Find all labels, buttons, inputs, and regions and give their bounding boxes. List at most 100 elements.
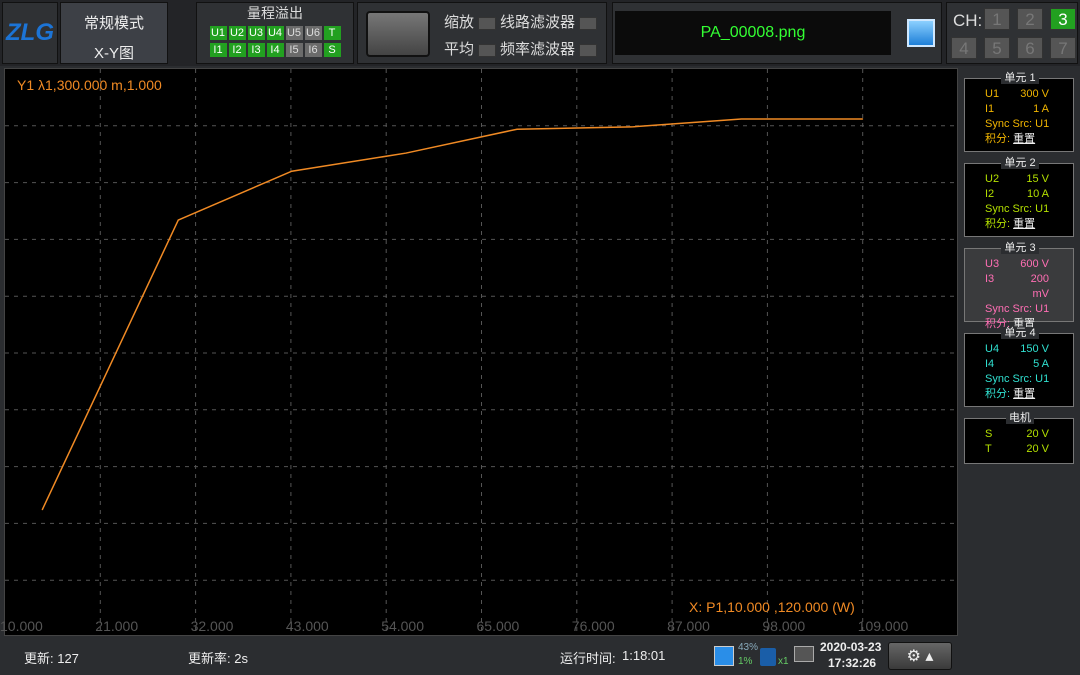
motor-title: 电机 — [1006, 412, 1034, 424]
settings-menu-button[interactable]: ⚙ ▴ — [888, 642, 952, 670]
integration-reset[interactable]: 重置 — [1013, 388, 1035, 400]
plot-canvas — [5, 69, 959, 637]
runtime-value: 1:18:01 — [622, 648, 666, 663]
storage-percent: 43% — [738, 642, 759, 653]
channel-button-6[interactable]: 6 — [1017, 37, 1043, 59]
average-label: 平均 — [444, 41, 475, 58]
overflow-badge-u5: U5 — [285, 26, 303, 40]
ch-label: CH: — [953, 11, 983, 30]
usb-count: x1 — [778, 656, 789, 667]
voltage-label: U2 — [985, 173, 1000, 185]
integration-label: 积分: — [985, 218, 1011, 230]
integration-reset[interactable]: 重置 — [1013, 218, 1035, 230]
torque-range: 20 V — [1026, 443, 1049, 455]
current-range: 200 mV — [1030, 273, 1049, 300]
channel-button-2[interactable]: 2 — [1017, 8, 1043, 30]
xy-series-line — [41, 118, 863, 511]
speed-label: S — [985, 428, 993, 440]
unit-title: 单元 3 — [1001, 242, 1039, 254]
integration-label: 积分: — [985, 133, 1011, 145]
current-range: 5 A — [1033, 358, 1049, 370]
data-point — [405, 152, 407, 154]
update-rate: 更新率: 2s — [188, 651, 248, 666]
range-overflow-panel: 量程溢出 U1 U2 U3 U4 U5 U6 T I1 I2 I3 I4 I5 I6 S — [196, 2, 354, 64]
overflow-badge-u6: U6 — [304, 26, 322, 40]
unit-panel-3[interactable]: 单元 3 U3 600 V I3 200 mV Sync Src: U1 积分: 重… — [964, 242, 1074, 330]
sync-source: Sync Src: U1 — [985, 373, 1050, 385]
motor-panel[interactable]: 电机 S 20 V T 20 V — [964, 412, 1074, 464]
line-filter-label: 线路滤波器 — [500, 14, 576, 31]
unit-title: 单元 2 — [1001, 157, 1039, 169]
data-point — [630, 126, 632, 128]
zlg-logo: ZLG — [2, 2, 58, 64]
usb-icon — [760, 648, 776, 666]
y-cursor-readout: Y1 λ1,300.000 m,1.000 — [17, 77, 162, 93]
view-label: X-Y图 — [93, 45, 134, 62]
x-tick-label: 10.000 — [0, 618, 43, 634]
overflow-title: 量程溢出 — [247, 5, 303, 21]
mode-label: 常规模式 — [83, 15, 144, 32]
torque-label: T — [985, 443, 992, 455]
overflow-badge-u4: U4 — [266, 26, 284, 40]
channel-button-1[interactable]: 1 — [984, 8, 1010, 30]
zoom-checkbox[interactable] — [478, 16, 497, 30]
current-label: I2 — [985, 188, 995, 200]
x-cursor-readout: X: P1,10.000 ,120.000 (W) — [689, 599, 855, 615]
channel-panel: CH: 123 4567 — [946, 2, 1078, 64]
overflow-badge-s: S — [323, 43, 341, 57]
x-tick-label: 32.000 — [190, 618, 234, 634]
filter-panel: 缩放 线路滤波器 平均 频率滤波器 — [357, 2, 607, 64]
zoom-label: 缩放 — [444, 14, 475, 31]
voltage-label: U1 — [985, 88, 1000, 100]
filename-display: PA_00008.png — [615, 11, 891, 55]
current-label: I3 — [985, 273, 995, 285]
channel-button-7[interactable]: 7 — [1050, 37, 1076, 59]
overflow-badge-i1: I1 — [209, 43, 227, 57]
sync-source: Sync Src: U1 — [985, 303, 1050, 315]
freq-filter-checkbox[interactable] — [579, 43, 598, 57]
overflow-badge-i6: I6 — [304, 43, 322, 57]
storage-icon — [714, 646, 734, 666]
channel-button-3[interactable]: 3 — [1050, 8, 1076, 30]
data-point — [862, 118, 864, 120]
mode-button[interactable]: 常规模式 X-Y图 — [60, 2, 168, 64]
wiring-switch-button[interactable] — [366, 11, 430, 57]
current-label: I1 — [985, 103, 995, 115]
x-tick-label: 21.000 — [95, 618, 139, 634]
integration-reset[interactable]: 重置 — [1013, 133, 1035, 145]
sync-source: Sync Src: U1 — [985, 203, 1050, 215]
xy-plot[interactable]: Y1 λ1,300.000 m,1.000 X: P1,10.000 ,120.… — [4, 68, 959, 637]
unit-panel-4[interactable]: 单元 4 U4 150 V I4 5 A Sync Src: U1 积分: 重置 — [964, 327, 1074, 407]
line-filter-checkbox[interactable] — [579, 16, 598, 30]
network-disconnected-icon — [794, 646, 814, 662]
current-range: 1 A — [1033, 103, 1049, 115]
average-checkbox[interactable] — [478, 43, 497, 57]
speed-range: 20 V — [1026, 428, 1049, 440]
data-point — [41, 509, 43, 511]
overflow-badge-i5: I5 — [285, 43, 303, 57]
top-toolbar: ZLG 常规模式 X-Y图 量程溢出 U1 U2 U3 U4 U5 U6 T I1 I2 I3 I4 I… — [0, 0, 1080, 66]
unit-sidebar: 单元 1 U1 300 V I1 1 A Sync Src: U1 积分: 重置 单元… — [960, 68, 1080, 636]
voltage-range: 15 V — [1026, 173, 1049, 185]
voltage-range: 150 V — [1020, 343, 1049, 355]
data-point — [291, 170, 293, 172]
channel-button-5[interactable]: 5 — [984, 37, 1010, 59]
unit-panel-1[interactable]: 单元 1 U1 300 V I1 1 A Sync Src: U1 积分: 重置 — [964, 72, 1074, 152]
cpu-percent: 1% — [738, 656, 753, 667]
overflow-badge-i3: I3 — [247, 43, 265, 57]
image-icon[interactable] — [907, 19, 935, 47]
x-tick-label: 65.000 — [476, 618, 520, 634]
gear-icon: ⚙ ▴ — [906, 648, 934, 665]
x-tick-label: 43.000 — [285, 618, 329, 634]
integration-label: 积分: — [985, 388, 1011, 400]
overflow-badge-u2: U2 — [228, 26, 246, 40]
unit-panel-2[interactable]: 单元 2 U2 15 V I2 10 A Sync Src: U1 积分: 重置 — [964, 157, 1074, 237]
voltage-label: U4 — [985, 343, 1000, 355]
update-count: 更新: 127 — [24, 651, 79, 666]
voltage-range: 600 V — [1020, 258, 1049, 270]
overflow-badge-u3: U3 — [247, 26, 265, 40]
overflow-badge-i4: I4 — [266, 43, 284, 57]
channel-button-4[interactable]: 4 — [951, 37, 977, 59]
x-tick-label: 98.000 — [762, 618, 806, 634]
voltage-label: U3 — [985, 258, 1000, 270]
